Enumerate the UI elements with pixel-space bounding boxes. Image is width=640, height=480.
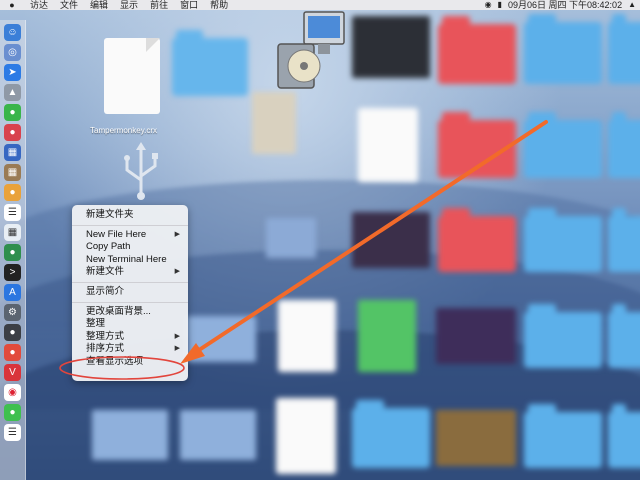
submenu-arrow-icon: ▶ xyxy=(174,268,180,276)
menu-window[interactable]: 窗口 xyxy=(174,0,204,10)
cm-new-file[interactable]: 新建文件 ▶ xyxy=(72,266,188,279)
app-icon[interactable]: ● xyxy=(4,344,21,361)
app-icon[interactable]: ▦ xyxy=(4,164,21,181)
app-icon[interactable]: ▦ xyxy=(4,144,21,161)
apple-menu-icon[interactable]: ● xyxy=(0,0,24,10)
menu-bar: ● 访达 文件 编辑 显示 前往 窗口 帮助 ◉ ▮ 09月06日 周四 下午0… xyxy=(0,0,640,10)
menu-view[interactable]: 显示 xyxy=(114,0,144,10)
cm-new-terminal-here[interactable]: New Terminal Here xyxy=(72,254,188,267)
system-preferences-icon[interactable]: ⚙ xyxy=(4,304,21,321)
document-icon[interactable]: ☰ xyxy=(4,424,21,441)
submenu-arrow-icon: ▶ xyxy=(174,345,180,353)
safari-icon[interactable]: ➤ xyxy=(4,64,21,81)
cm-new-file-here[interactable]: New File Here ▶ xyxy=(72,229,188,242)
cm-show-view-options[interactable]: 查看显示选项 xyxy=(72,356,188,369)
app-status-icon[interactable]: ◉ xyxy=(485,0,492,10)
menu-file[interactable]: 文件 xyxy=(54,0,84,10)
menu-go[interactable]: 前往 xyxy=(144,0,174,10)
menu-separator xyxy=(72,224,188,226)
clock[interactable]: 09月06日 周四 下午08:42:02 xyxy=(508,0,622,10)
usb-drive-icon[interactable] xyxy=(112,140,170,202)
installer-app-icon[interactable] xyxy=(270,10,352,92)
dock: ☺ ◎ ➤ ▲ ● ● ▦ ▦ ● ☰ ▦ ● > A ⚙ ● ● V ◉ ● … xyxy=(0,20,26,480)
submenu-arrow-icon: ▶ xyxy=(174,230,180,238)
android-icon[interactable]: ● xyxy=(4,104,21,121)
launchpad-icon[interactable]: ▲ xyxy=(4,84,21,101)
app-icon[interactable]: ● xyxy=(4,124,21,141)
menu-finder[interactable]: 访达 xyxy=(24,0,54,10)
app-icon[interactable]: ● xyxy=(4,244,21,261)
terminal-icon[interactable]: > xyxy=(4,264,21,281)
preview-icon[interactable]: ▦ xyxy=(4,224,21,241)
finder-icon[interactable]: ☺ xyxy=(4,24,21,41)
app-icon[interactable]: ● xyxy=(4,324,21,341)
cm-new-folder[interactable]: 新建文件夹 xyxy=(72,209,188,222)
siri-icon[interactable]: ◎ xyxy=(4,44,21,61)
cm-sort-by[interactable]: 排序方式 ▶ xyxy=(72,343,188,356)
app-store-icon[interactable]: A xyxy=(4,284,21,301)
submenu-arrow-icon: ▶ xyxy=(174,332,180,340)
menu-separator xyxy=(72,301,188,303)
cm-change-desktop-background[interactable]: 更改桌面背景... xyxy=(72,306,188,319)
cm-clean-up[interactable]: 整理 xyxy=(72,318,188,331)
menu-separator xyxy=(72,281,188,283)
menu-edit[interactable]: 编辑 xyxy=(84,0,114,10)
cm-clean-up-by[interactable]: 整理方式 ▶ xyxy=(72,331,188,344)
weibo-icon[interactable]: ◉ xyxy=(4,384,21,401)
wifi-icon[interactable]: ▲ xyxy=(628,0,636,10)
crx-file-label: Tampermonkey.crx xyxy=(90,126,157,135)
wechat-icon[interactable]: ● xyxy=(4,404,21,421)
cm-get-info[interactable]: 显示简介 xyxy=(72,286,188,299)
menu-help[interactable]: 帮助 xyxy=(204,0,234,10)
vivaldi-icon[interactable]: V xyxy=(4,364,21,381)
notes-icon[interactable]: ☰ xyxy=(4,204,21,221)
battery-icon[interactable]: ▮ xyxy=(498,0,502,10)
app-icon[interactable]: ● xyxy=(4,184,21,201)
crx-file-icon[interactable] xyxy=(104,38,160,114)
context-menu: 新建文件夹 New File Here ▶ Copy Path New Termi… xyxy=(72,205,188,381)
cm-copy-path[interactable]: Copy Path xyxy=(72,241,188,254)
